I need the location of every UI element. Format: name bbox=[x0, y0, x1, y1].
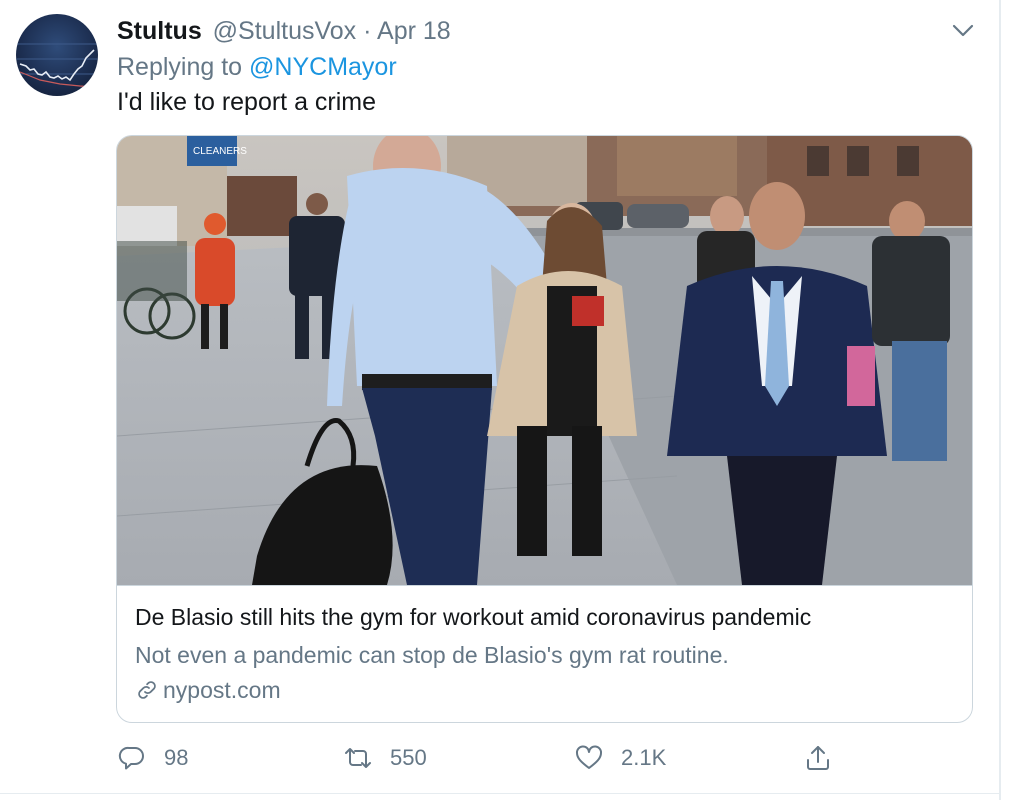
tweet-actions: 98 550 2.1K bbox=[0, 740, 999, 776]
card-image[interactable]: CLEANERS bbox=[117, 136, 972, 585]
like-button[interactable]: 2.1K bbox=[575, 740, 666, 776]
display-name[interactable]: Stultus bbox=[117, 17, 202, 45]
reply-count: 98 bbox=[164, 745, 189, 770]
chevron-down-icon[interactable] bbox=[950, 20, 976, 40]
card-domain-text: nypost.com bbox=[163, 677, 281, 703]
retweet-button[interactable]: 550 bbox=[344, 740, 427, 776]
retweet-icon bbox=[345, 748, 371, 768]
link-icon bbox=[135, 678, 159, 702]
user-handle[interactable]: @StultusVox bbox=[213, 17, 357, 45]
link-preview-card[interactable]: CLEANERS De Blasio still hits the gym fo… bbox=[116, 135, 973, 723]
cleaners-sign: CLEANERS bbox=[193, 146, 247, 157]
share-icon bbox=[807, 746, 829, 770]
avatar[interactable] bbox=[16, 14, 98, 96]
header-separator: · bbox=[363, 17, 372, 45]
card-domain[interactable]: nypost.com bbox=[135, 676, 281, 704]
tweet-header: Stultus @StultusVox · Apr 18 bbox=[117, 16, 451, 46]
card-divider bbox=[117, 585, 972, 586]
reply-prefix: Replying to bbox=[117, 53, 243, 81]
tweet-date[interactable]: Apr 18 bbox=[377, 17, 451, 45]
retweet-count: 550 bbox=[390, 745, 427, 770]
card-description: Not even a pandemic can stop de Blasio's… bbox=[135, 642, 729, 668]
timeline-right-border bbox=[999, 0, 1001, 800]
reply-context: Replying to @NYCMayor bbox=[117, 52, 397, 82]
share-button[interactable] bbox=[804, 740, 832, 776]
card-title[interactable]: De Blasio still hits the gym for workout… bbox=[135, 603, 811, 631]
reply-icon bbox=[118, 746, 144, 770]
heart-icon bbox=[576, 745, 602, 769]
like-count: 2.1K bbox=[621, 745, 667, 770]
reply-button[interactable]: 98 bbox=[118, 740, 188, 776]
reply-mention-link[interactable]: @NYCMayor bbox=[249, 53, 397, 81]
tweet-bottom-border bbox=[0, 793, 999, 794]
tweet-text: I'd like to report a crime bbox=[117, 88, 377, 116]
